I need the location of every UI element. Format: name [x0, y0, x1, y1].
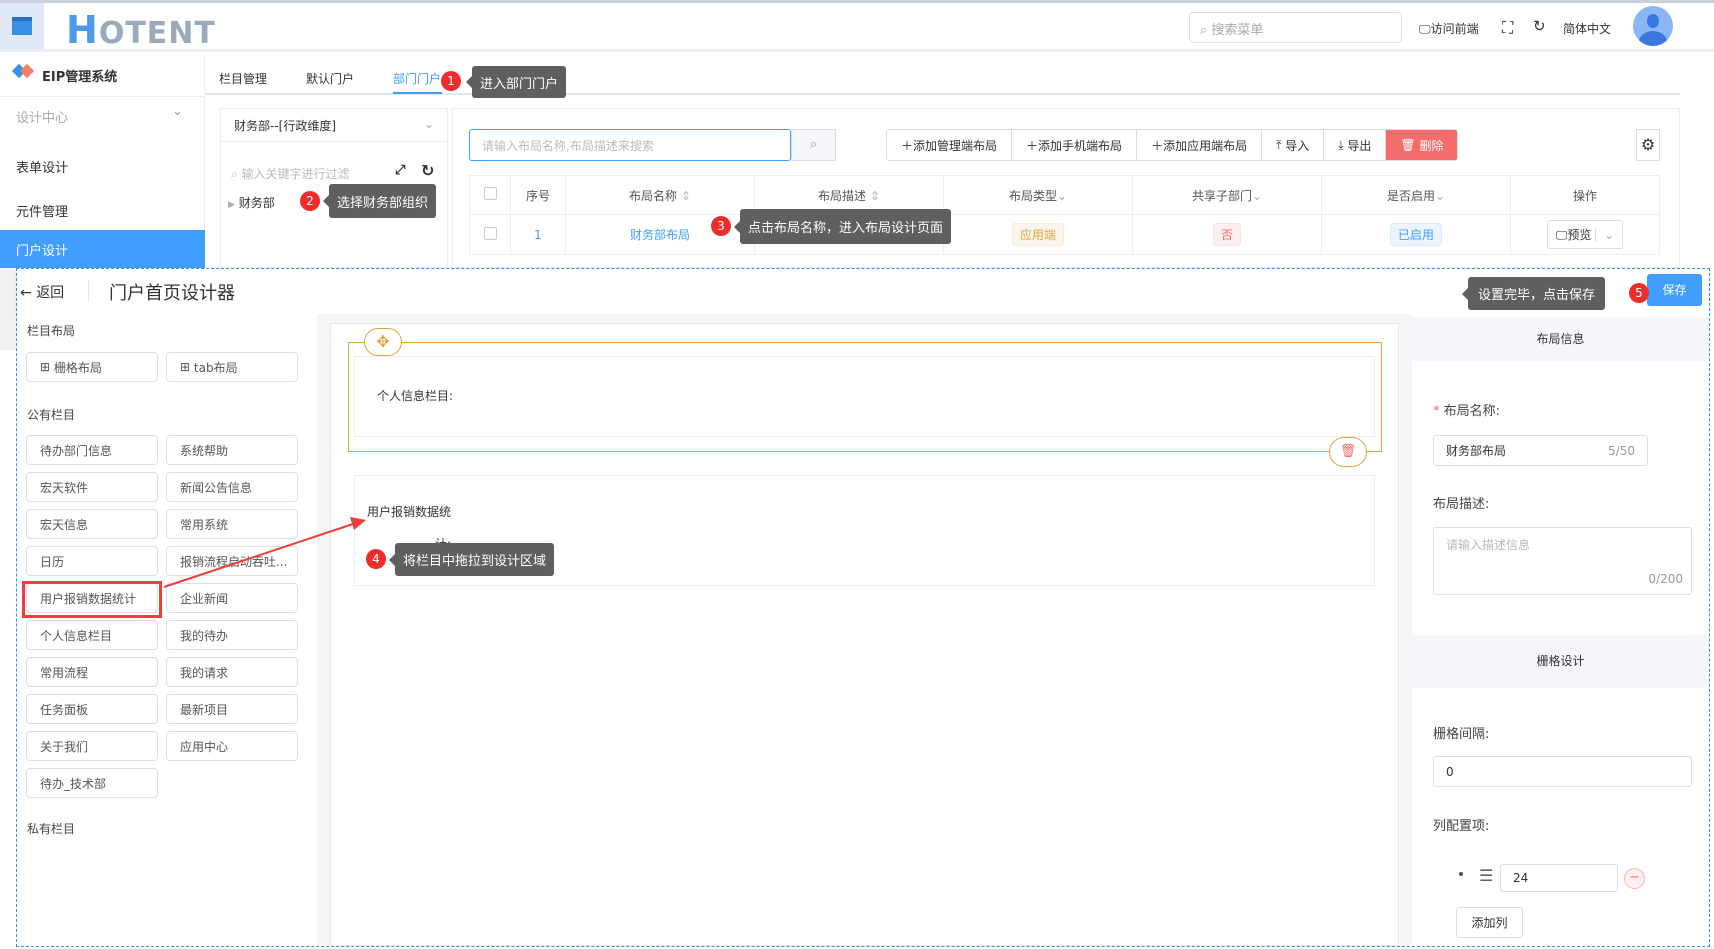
annotation-badge-2: 2: [300, 191, 320, 211]
layout-desc-textarea[interactable]: 请输入描述信息 0/200: [1433, 527, 1692, 595]
annotation-tooltip-2: 选择财务部组织: [322, 184, 437, 218]
annotation-tooltip-4: 将栏目中拖拉到设计区域: [388, 543, 555, 576]
layout-desc-label: 布局描述:: [1433, 497, 1490, 512]
annotation-tooltip-5: 设置完毕，点击保存: [1461, 277, 1606, 310]
annotation-badge-5: 5: [1629, 283, 1649, 303]
grid-gap-label: 栅格间隔:: [1433, 727, 1490, 742]
annotation-badge-3: 3: [711, 216, 731, 236]
char-count: 5/50: [1608, 443, 1635, 458]
annotation-tooltip-1: 进入部门门户: [465, 66, 567, 98]
layout-name-label: * 布局名称:: [1433, 400, 1500, 419]
layout-name-value: 财务部布局: [1446, 444, 1507, 458]
grid-design-header: 栅格设计: [1412, 634, 1709, 688]
label: 布局名称:: [1443, 404, 1501, 419]
drag-handle-icon[interactable]: ☰: [1479, 866, 1493, 885]
add-column-button[interactable]: 添加列: [1456, 907, 1523, 938]
char-count: 0/200: [1648, 572, 1683, 586]
annotation-badge-1: 1: [441, 71, 461, 91]
remove-column-icon[interactable]: −: [1624, 868, 1645, 889]
grid-gap-input[interactable]: 0: [1433, 756, 1692, 787]
annotation-tooltip-3: 点击布局名称，进入布局设计页面: [733, 209, 952, 244]
required-mark: *: [1433, 404, 1444, 419]
layout-info-header: 布局信息: [1412, 317, 1709, 361]
annotation-badge-4: 4: [366, 549, 386, 569]
bullet: [1459, 872, 1463, 876]
desc-placeholder: 请输入描述信息: [1446, 538, 1531, 552]
column-config-label: 列配置项:: [1433, 819, 1490, 834]
layout-name-input[interactable]: 财务部布局 5/50: [1433, 435, 1648, 466]
column-span-input[interactable]: 24: [1500, 864, 1618, 892]
